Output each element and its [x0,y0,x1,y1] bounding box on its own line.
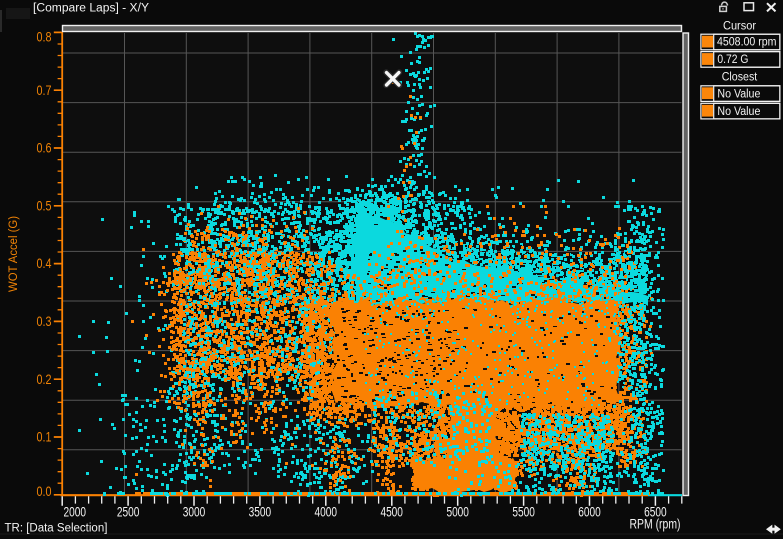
svg-text:6000: 6000 [578,505,601,520]
svg-text:0.8: 0.8 [37,30,52,45]
svg-text:4000: 4000 [315,505,338,520]
svg-text:Closest: Closest [722,71,758,83]
svg-text:0.3: 0.3 [37,314,52,329]
svg-text:0.1: 0.1 [37,430,52,445]
svg-text:0.0: 0.0 [37,484,52,499]
svg-text:4500: 4500 [380,505,403,520]
svg-text:WOT Accel (G): WOT Accel (G) [8,216,20,292]
svg-text:3000: 3000 [183,505,206,520]
svg-text:No Value: No Value [717,89,760,101]
svg-text:0.72 G: 0.72 G [717,54,748,66]
svg-text:3500: 3500 [249,505,272,520]
svg-text:0.7: 0.7 [37,83,52,98]
svg-text:4508.00 rpm: 4508.00 rpm [717,37,777,49]
svg-text:5000: 5000 [446,505,469,520]
svg-text:0.2: 0.2 [37,372,52,387]
svg-text:0.4: 0.4 [37,256,52,271]
svg-text:2000: 2000 [64,505,87,520]
svg-text:2500: 2500 [117,505,140,520]
svg-text:[Compare Laps] - X/Y: [Compare Laps] - X/Y [33,3,149,15]
svg-text:RPM (rpm): RPM (rpm) [630,517,681,532]
svg-text:Cursor: Cursor [723,21,756,33]
svg-text:TR: [Data Selection]: TR: [Data Selection] [5,523,108,535]
svg-text:5500: 5500 [512,505,535,520]
svg-text:0.5: 0.5 [37,198,52,213]
svg-text:No Value: No Value [717,106,760,118]
svg-text:0.6: 0.6 [37,141,52,156]
